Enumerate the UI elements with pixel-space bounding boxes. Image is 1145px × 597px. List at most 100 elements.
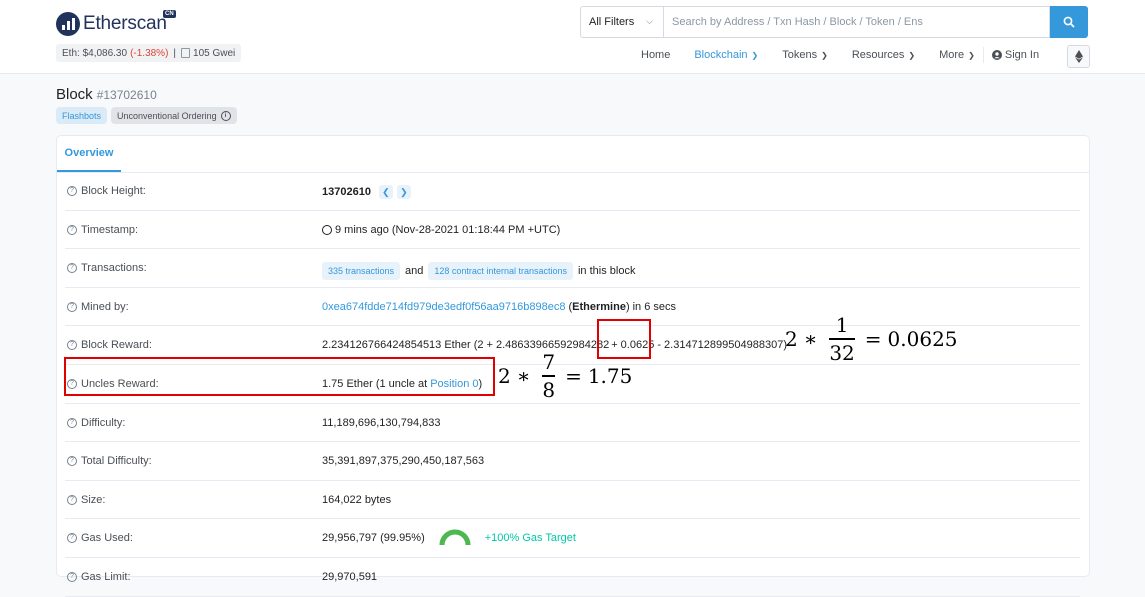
formula-result: 0.0625 xyxy=(887,326,958,351)
burnt-fees: - 2.314712899504988307) xyxy=(657,339,787,352)
and-text: and xyxy=(405,265,424,278)
formula-result: 1.75 xyxy=(587,363,633,388)
search-button[interactable] xyxy=(1050,6,1088,38)
nav-home[interactable]: Home xyxy=(641,49,670,61)
fraction-bar xyxy=(542,375,556,377)
row-gas-limit: ? Gas Limit: 29,970,591 xyxy=(65,558,1080,597)
chevron-down-icon: ❯ xyxy=(908,50,916,60)
formula-coef: 2 xyxy=(785,326,798,351)
block-number-heading: #13702610 xyxy=(96,88,157,102)
row-label-timestamp: ? Timestamp: xyxy=(67,224,138,236)
site-header: Etherscan CN Eth: $4,086.30 (-1.38%) | 1… xyxy=(0,0,1145,74)
etherscan-logo[interactable]: Etherscan CN xyxy=(56,10,176,38)
label-text: Block Reward: xyxy=(81,339,152,352)
transactions-suffix: in this block xyxy=(577,265,636,278)
logo-icon xyxy=(56,12,80,36)
formula-numerator: 7 xyxy=(542,350,556,374)
nav-resources[interactable]: Resources ❯ xyxy=(852,49,915,61)
row-label-difficulty: ? Difficulty: xyxy=(67,417,125,429)
formula-equals: = xyxy=(565,363,582,388)
row-difficulty: ? Difficulty: 11,189,696,130,794,833 xyxy=(65,404,1080,443)
filter-label: All Filters xyxy=(589,16,635,28)
search-input[interactable] xyxy=(664,6,1050,38)
row-label-size: ? Size: xyxy=(67,494,105,506)
chevron-down-icon: ❯ xyxy=(821,50,828,60)
fraction-bar xyxy=(829,338,855,340)
label-text: Size: xyxy=(81,493,106,506)
search-filter-select[interactable]: All Filters ⌵ xyxy=(580,6,664,38)
miner-address-link[interactable]: 0xea674fdde714fd979de3edf0f56aa9716b898e… xyxy=(322,301,565,313)
nav-more-label: More xyxy=(939,49,965,61)
logo-text: Etherscan xyxy=(83,13,167,34)
internal-transactions-link[interactable]: 128 contract internal transactions xyxy=(428,262,573,281)
nav-more[interactable]: More ❯ xyxy=(939,49,975,61)
chevron-down-icon: ❯ xyxy=(751,50,759,60)
nav-home-label: Home xyxy=(641,49,671,61)
row-transactions: ? Transactions: 335 transactions and 128 … xyxy=(65,249,1080,288)
unconventional-ordering-badge[interactable]: Unconventional Ordering i xyxy=(111,107,237,124)
transactions-link[interactable]: 335 transactions xyxy=(322,262,401,281)
row-label-mined-by: ? Mined by: xyxy=(67,301,129,313)
mined-by-value: 0xea674fdde714fd979de3edf0f56aa9716b898e… xyxy=(322,301,676,313)
row-size: ? Size: 164,022 bytes xyxy=(65,481,1080,520)
formula-coef: 2 xyxy=(498,363,511,388)
total-difficulty-value: 35,391,897,375,290,450,187,563 xyxy=(322,455,485,468)
label-text: Transactions: xyxy=(81,262,147,275)
flashbots-badge[interactable]: Flashbots xyxy=(56,107,108,124)
label-text: Total Difficulty: xyxy=(81,455,152,468)
nav-blockchain[interactable]: Blockchain ❯ xyxy=(694,49,758,61)
timestamp-value: 9 mins ago (Nov-28-2021 01:18:44 PM +UTC… xyxy=(322,224,560,236)
block-badges: Flashbots Unconventional Ordering i xyxy=(56,107,241,124)
nav-resources-label: Resources xyxy=(851,49,905,61)
question-icon[interactable]: ? xyxy=(67,571,77,582)
question-icon[interactable]: ? xyxy=(67,417,77,428)
block-height: 13702610 xyxy=(322,186,371,198)
nav-blockchain-label: Blockchain xyxy=(694,49,748,61)
transactions-value: 335 transactions and 128 contract intern… xyxy=(322,262,636,281)
question-icon[interactable]: ? xyxy=(67,340,77,351)
row-label-block-height: ? Block Height: xyxy=(67,185,146,197)
user-icon xyxy=(991,50,1002,60)
formula-op: ∗ xyxy=(516,363,531,388)
question-icon[interactable]: ? xyxy=(67,494,77,505)
question-icon[interactable]: ? xyxy=(67,224,77,235)
label-text: Gas Used: xyxy=(81,532,133,545)
label-text: Gas Limit: xyxy=(81,570,131,583)
label-text: Difficulty: xyxy=(81,416,126,429)
question-icon[interactable]: ? xyxy=(67,456,77,467)
eth-price-bar: Eth: $4,086.30 (-1.38%) | 105 Gwei xyxy=(56,44,242,62)
clock-icon xyxy=(322,224,332,235)
formula-op: ∗ xyxy=(803,326,818,351)
question-icon[interactable]: ? xyxy=(67,301,77,312)
previous-block-button[interactable]: ❮ xyxy=(378,185,393,199)
gas-price[interactable]: 105 Gwei xyxy=(193,48,235,59)
mined-time: in 6 secs xyxy=(632,300,677,313)
tab-bar: Overview xyxy=(57,136,1089,173)
chevron-down-icon: ❯ xyxy=(968,50,975,60)
logo-badge: CN xyxy=(163,10,176,18)
divider: | xyxy=(173,47,177,59)
row-label-gas-used: ? Gas Used: xyxy=(67,532,133,544)
question-icon[interactable]: ? xyxy=(67,533,77,544)
badge-label: Unconventional Ordering xyxy=(117,110,217,121)
page-title: Block #13702610 xyxy=(56,86,157,103)
nav-tokens[interactable]: Tokens ❯ xyxy=(782,49,828,61)
chevron-right-icon: ❯ xyxy=(400,186,408,197)
ethereum-icon xyxy=(1074,50,1083,63)
row-block-height: ? Block Height: 13702610 ❮ ❯ xyxy=(65,172,1080,211)
question-icon[interactable]: ? xyxy=(67,186,77,196)
tab-overview[interactable]: Overview xyxy=(57,136,121,172)
size-value: 164,022 bytes xyxy=(322,493,392,506)
formula-denominator: 8 xyxy=(542,377,556,402)
formula-fraction: 7 8 xyxy=(542,350,556,402)
next-block-button[interactable]: ❯ xyxy=(396,185,411,199)
question-icon[interactable]: ? xyxy=(67,263,77,274)
nav-sign-in[interactable]: Sign In xyxy=(991,49,1039,61)
label-text: Timestamp: xyxy=(81,223,139,236)
row-total-difficulty: ? Total Difficulty: 35,391,897,375,290,45… xyxy=(65,442,1080,481)
eth-price[interactable]: Eth: $4,086.30 xyxy=(62,48,127,59)
network-switch-button[interactable] xyxy=(1067,45,1090,68)
search-bar: All Filters ⌵ xyxy=(580,6,1088,38)
formula-denominator: 32 xyxy=(829,340,855,365)
row-timestamp: ? Timestamp: 9 mins ago (Nov-28-2021 01:1… xyxy=(65,211,1080,250)
